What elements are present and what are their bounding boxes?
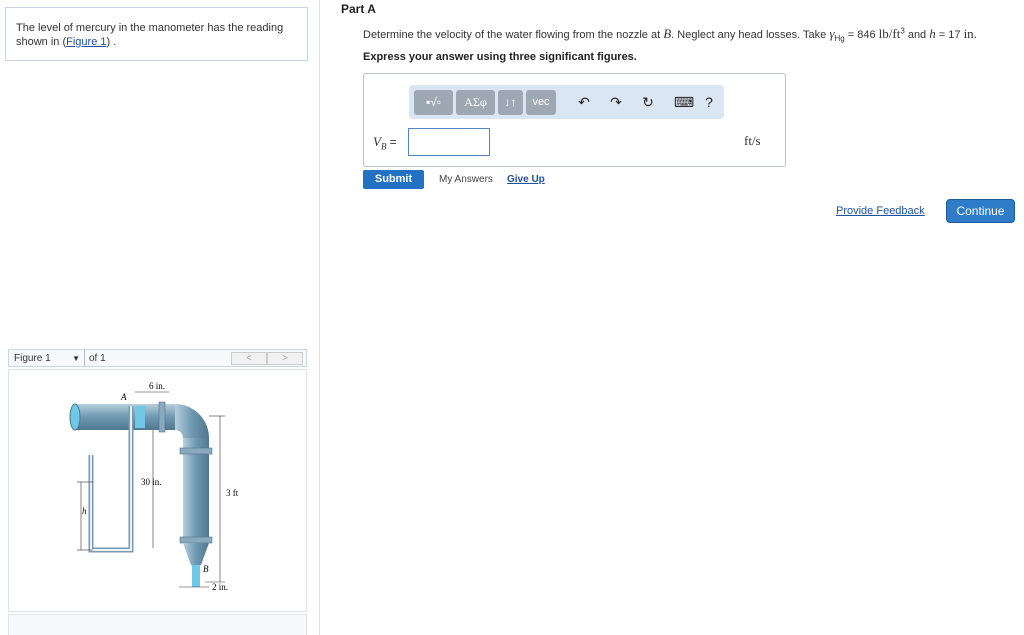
help-icon[interactable]: ? [699,92,719,112]
my-answers-link[interactable]: My Answers [439,174,493,185]
question-lead: Determine the velocity of the water flow… [363,29,664,41]
answer-box: ▪√▫ ΑΣφ ↓↑ vec ↶ ↷ ↻ ⌨ ? VB = ft/s [363,73,786,167]
keyboard-icon[interactable]: ⌨ [671,92,697,112]
answer-input[interactable] [408,128,490,156]
answer-unit: ft/s [744,133,761,148]
nozzle [183,543,209,565]
problem-panel: The level of mercury in the manometer ha… [0,0,320,635]
redo-icon[interactable]: ↷ [606,92,626,112]
pipe-flange-2 [179,447,213,455]
question-unit: lb/ft [878,26,901,41]
label-point-b: B [203,564,209,574]
provide-feedback-link[interactable]: Provide Feedback [836,205,925,217]
prev-figure-button[interactable]: < [231,351,267,365]
figure-footer [8,614,307,635]
label-point-a: A [120,392,127,402]
pipe-inlet-water [69,403,81,431]
question-equals: = 846 [844,29,879,41]
figure-select-value: Figure 1 [14,352,51,364]
arrows-button[interactable]: ↓↑ [498,90,523,115]
pipe-elbow [175,404,209,438]
question-h-value: = 17 [935,29,964,41]
reset-icon[interactable]: ↻ [638,92,658,112]
continue-button[interactable]: Continue [946,199,1015,223]
submit-button[interactable]: Submit [363,170,424,189]
figure-select[interactable]: Figure 1 ▼ [9,350,85,366]
question-mid: . Neglect any head losses. Take [671,29,830,41]
variable-equals: = [386,135,397,149]
variable-v: V [373,134,381,149]
figure-count: of 1 [89,352,106,364]
question-inch: in. [963,26,977,41]
part-title: Part A [341,2,376,16]
math-toolbar: ▪√▫ ΑΣφ ↓↑ vec ↶ ↷ ↻ ⌨ ? [409,85,724,119]
question-panel: Part A Determine the velocity of the wat… [321,0,1024,635]
question-and: and [904,29,930,41]
figure-navigation: Figure 1 ▼ of 1 < > [8,349,307,367]
problem-text: The level of mercury in the manometer ha… [16,22,284,48]
problem-statement: The level of mercury in the manometer ha… [5,7,308,61]
pipe-flange-1 [158,401,166,433]
question-point-b: B [663,26,672,41]
gamma-subscript: Hg [834,34,845,44]
greek-button[interactable]: ΑΣφ [456,90,495,115]
next-figure-button[interactable]: > [267,351,303,365]
question-text: Determine the velocity of the water flow… [363,26,977,43]
pipe-flange-3 [179,536,213,544]
water-jet [192,565,200,587]
label-2in: 2 in. [212,582,228,592]
label-3ft: 3 ft [226,488,239,498]
manometer-figure: 6 in. A 30 in. 3 ft h B 2 in. [69,381,239,592]
undo-icon[interactable]: ↶ [574,92,594,112]
label-30in: 30 in. [141,477,162,487]
give-up-link[interactable]: Give Up [507,174,545,185]
instruction-text: Express your answer using three signific… [363,51,637,63]
vector-button[interactable]: vec [526,90,556,115]
templates-button[interactable]: ▪√▫ [414,90,453,115]
figure-link[interactable]: Figure 1 [66,36,106,48]
caret-down-icon: ▼ [72,353,80,363]
answer-variable: VB = [373,134,397,151]
figure-pager: < > [231,351,303,365]
problem-text-end: ) . [106,36,117,48]
figure-image: 6 in. A 30 in. 3 ft h B 2 in. [8,369,307,612]
label-h: h [82,506,87,516]
label-6in: 6 in. [149,381,165,391]
